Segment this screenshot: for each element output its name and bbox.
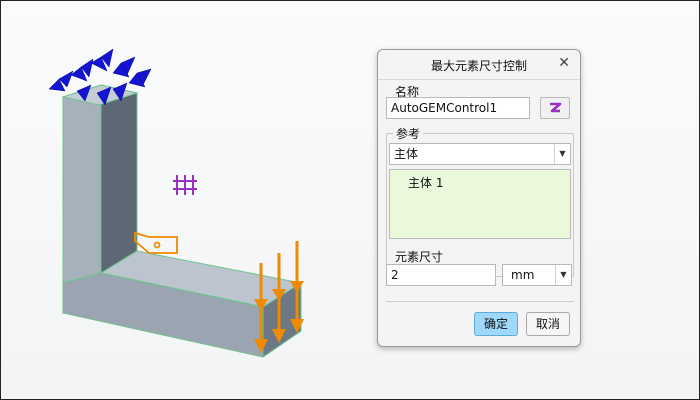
model-viewport[interactable] [1,1,700,400]
load-arrow-icon [254,241,304,353]
app-window: 最大元素尺寸控制 ✕ 名称 AutoGEMControl1 参考 主体 ▼ 主体… [0,0,700,400]
reference-list[interactable]: 主体 1 [389,169,571,239]
reference-group-label: 参考 [393,125,424,142]
unit-value: mm [511,268,535,282]
name-input[interactable]: AutoGEMControl1 [386,97,530,119]
element-size-group-label: 元素尺寸 [392,248,447,265]
tag-icon [134,231,178,254]
element-size-input[interactable]: 2 [386,264,496,286]
ok-button[interactable]: 确定 [474,312,518,336]
unit-select[interactable]: mm ▼ [502,264,572,286]
cancel-button[interactable]: 取消 [526,312,570,336]
close-icon[interactable]: ✕ [558,55,570,71]
select-reference-icon [550,102,562,113]
dialog-titlebar[interactable]: 最大元素尺寸控制 ✕ [378,50,580,80]
reference-type-value: 主体 [394,147,419,161]
list-item[interactable]: 主体 1 [408,174,443,191]
chevron-down-icon[interactable]: ▼ [554,144,570,164]
dialog-title: 最大元素尺寸控制 [430,59,527,73]
part-vertical-front-face [62,84,102,284]
reference-type-select[interactable]: 主体 ▼ [389,143,571,165]
max-element-size-dialog: 最大元素尺寸控制 ✕ 名称 AutoGEMControl1 参考 主体 ▼ 主体… [377,49,581,347]
part-vertical-side-face [100,84,138,274]
select-reference-button[interactable] [540,97,570,119]
element-size-group: 元素尺寸 2 mm ▼ [386,248,574,290]
mesh-control-icon [173,175,197,195]
divider [386,301,574,302]
chevron-down-icon[interactable]: ▼ [555,265,571,285]
